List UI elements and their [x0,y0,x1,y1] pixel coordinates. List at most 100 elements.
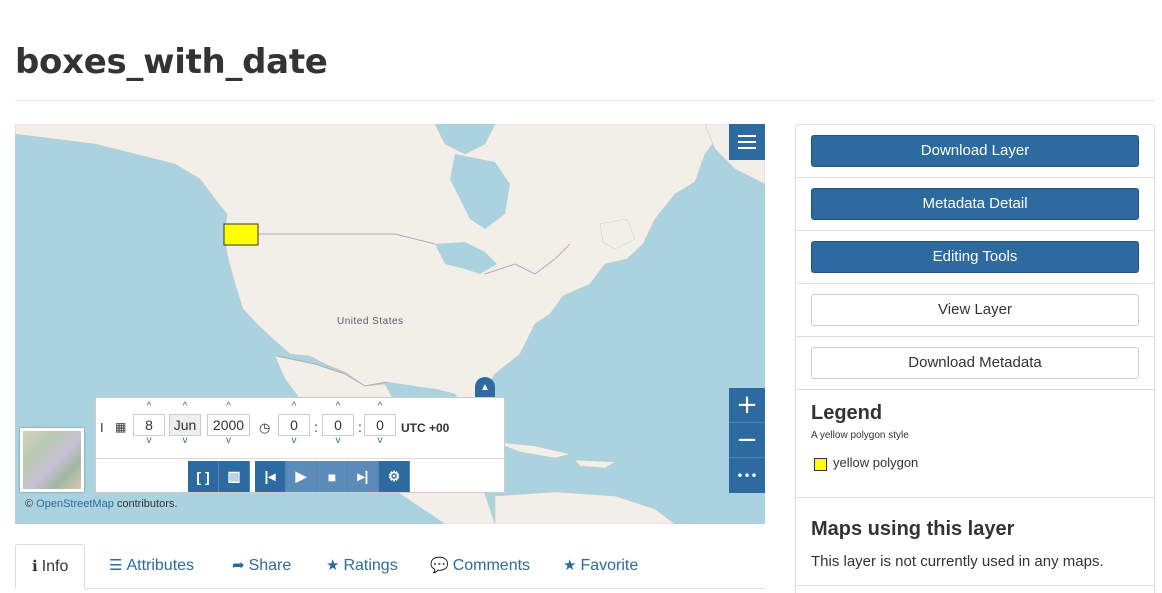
star-icon: ★ [326,557,340,574]
play-icon: ▶ [295,468,307,484]
zoom-control: + − ••• [729,388,765,493]
time-separator: : [358,419,362,435]
country-label: United States [337,316,404,327]
skip-back-button[interactable]: |◂ [255,461,286,492]
range-icon: [ ] [196,468,210,485]
zoom-in-button[interactable]: + [729,388,765,423]
day-spinner[interactable]: ^ 8 v [133,402,165,448]
layer-menu-button[interactable] [729,124,765,160]
legend-title: Legend [811,402,883,424]
minute-spinner[interactable]: ^ 0 v [322,402,354,448]
chevron-up-icon: ▲ [480,381,490,393]
tab-label: Share [248,557,292,574]
tab-comments[interactable]: 💬 Comments [414,544,546,589]
day-field[interactable]: 8 [133,414,165,436]
title-divider [15,100,1155,101]
layer-sidebar: Download Layer Metadata Detail Editing T… [795,124,1155,593]
chevron-down-icon[interactable]: v [169,436,201,448]
hour-spinner[interactable]: ^ 0 v [278,402,310,448]
view-layer-button[interactable]: View Layer [811,294,1139,326]
chevron-up-icon[interactable]: ^ [169,402,201,414]
metadata-detail-button[interactable]: Metadata Detail [811,188,1139,220]
yellow-polygon-feature [223,223,259,246]
editing-tools-row: Editing Tools [796,231,1154,284]
timeline-divider [96,458,504,459]
info-icon: ℹ [32,558,38,575]
clock-icon: ◷ [259,420,271,435]
text-cursor-icon: I [100,420,104,435]
tab-favorite[interactable]: ★ Favorite [547,544,654,589]
chevron-up-icon[interactable]: ^ [364,402,396,414]
month-spinner[interactable]: ^ Jun v [169,402,201,448]
tab-share[interactable]: ➦ Share [216,544,307,589]
hour-field[interactable]: 0 [278,414,310,436]
legend-swatch [814,458,827,471]
tab-label: Attributes [126,557,195,574]
more-options-button[interactable]: ••• [729,458,765,493]
osm-link[interactable]: OpenStreetMap [36,498,114,510]
chevron-down-icon[interactable]: v [207,436,250,448]
timeline-panel: I ▦ ^ 8 v ^ Jun v ^ 2000 v ◷ ^ 0 v: ^ 0… [95,397,505,493]
year-field[interactable]: 2000 [207,414,250,436]
tab-info[interactable]: ℹ Info [15,544,86,589]
download-metadata-button[interactable]: Download Metadata [811,347,1139,379]
chevron-up-icon[interactable]: ^ [207,402,250,414]
attribution-suffix: contributors. [116,498,178,510]
legend-style-name: A yellow polygon style [811,430,909,441]
layer-tabs: ℹ Info ☰ Attributes ➦ Share ★ Ratings 💬 Comme… [15,544,765,589]
download-metadata-row: Download Metadata [796,337,1154,390]
page-title: boxes_with_date [15,42,328,82]
maps-section-text: This layer is not currently used in any … [811,553,1104,570]
month-field[interactable]: Jun [169,414,201,436]
layers-refresh-icon: ▥ [227,468,241,484]
second-field[interactable]: 0 [364,414,396,436]
chevron-down-icon[interactable]: v [364,436,396,448]
range-toggle-button[interactable]: [ ] [188,461,219,492]
copyright-symbol: © [25,498,34,510]
tab-label: Ratings [343,557,398,574]
tab-attributes[interactable]: ☰ Attributes [93,544,210,589]
download-layer-button[interactable]: Download Layer [811,135,1139,167]
share-icon: ➦ [232,557,245,574]
tab-ratings[interactable]: ★ Ratings [310,544,414,589]
calendar-icon: ▦ [115,420,127,434]
stop-button[interactable]: ■ [317,461,348,492]
time-separator: : [314,419,318,435]
collapse-timeline-button[interactable]: ▲ [475,377,495,397]
skip-back-icon: |◂ [264,468,276,484]
chevron-up-icon[interactable]: ^ [278,402,310,414]
tab-label: Favorite [580,557,639,574]
layer-sync-button[interactable]: ▥ [219,461,250,492]
skip-forward-icon: ▸| [357,468,369,484]
view-layer-row: View Layer [796,284,1154,337]
chevron-down-icon[interactable]: v [278,436,310,448]
chevron-up-icon[interactable]: ^ [133,402,165,414]
editing-tools-button[interactable]: Editing Tools [811,241,1139,273]
comment-icon: 💬 [430,557,449,574]
metadata-detail-row: Metadata Detail [796,178,1154,231]
year-spinner[interactable]: ^ 2000 v [207,402,250,448]
basemap-switcher[interactable] [20,428,84,492]
map-viewer[interactable]: United States ▲ + − ••• I ▦ ^ 8 v ^ Jun [15,124,765,524]
maps-section-title: Maps using this layer [811,518,1015,540]
zoom-out-button[interactable]: − [729,423,765,458]
gear-icon: ⚙ [387,468,401,484]
chevron-down-icon[interactable]: v [322,436,354,448]
second-spinner[interactable]: ^ 0 v [364,402,396,448]
menu-icon [738,135,756,149]
legend-item-label: yellow polygon [833,455,919,470]
chevron-down-icon[interactable]: v [133,436,165,448]
maps-using-layer-section: Maps using this layer This layer is not … [796,498,1154,586]
star-icon: ★ [563,557,577,574]
timeline-settings-button[interactable]: ⚙ [379,461,410,492]
skip-forward-button[interactable]: ▸| [348,461,379,492]
download-layer-row: Download Layer [796,125,1154,178]
play-button[interactable]: ▶ [286,461,317,492]
date-time-row: I ▦ ^ 8 v ^ Jun v ^ 2000 v ◷ ^ 0 v: ^ 0… [96,398,504,458]
stop-icon: ■ [327,468,337,485]
list-icon: ☰ [109,557,123,574]
timezone-label: UTC +00 [401,421,450,435]
minute-field[interactable]: 0 [322,414,354,436]
map-attribution: © OpenStreetMap contributors. [25,498,177,510]
chevron-up-icon[interactable]: ^ [322,402,354,414]
